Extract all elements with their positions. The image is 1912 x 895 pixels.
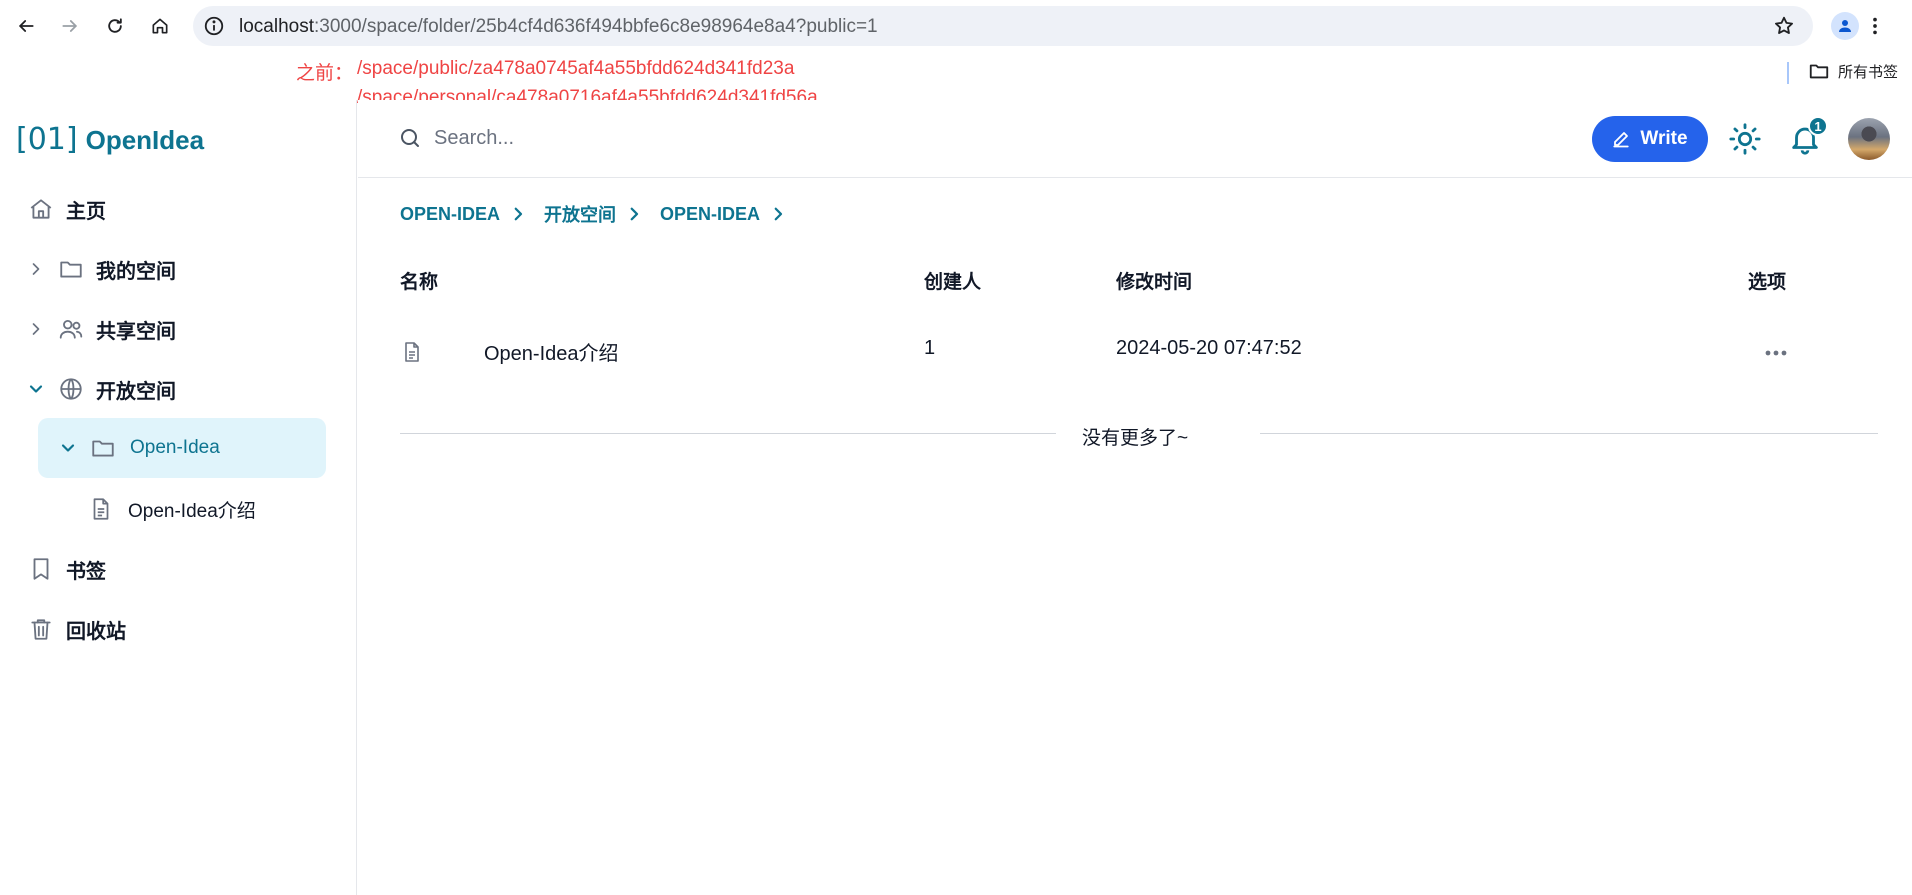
row-name[interactable]: Open-Idea介绍 [484,337,619,366]
document-icon [405,342,419,362]
site-info-icon[interactable] [203,15,225,37]
sidebar-item-home[interactable]: 主页 [28,184,106,234]
forward-button[interactable] [56,12,84,40]
url-path: :3000/space/folder/25b4cf4d636f494bbfe6c… [314,16,878,37]
reload-icon [108,18,122,33]
chevron-right-icon[interactable] [26,319,46,339]
breadcrumb-item[interactable]: OPEN-IDEA [400,204,500,225]
row-creator: 1 [924,337,936,359]
url-host: localhost [239,16,314,37]
sidebar-item-my-space[interactable]: 我的空间 [26,244,176,294]
breadcrumb: OPEN-IDEA 开放空间 OPEN-IDEA [400,201,796,227]
browser-menu-button[interactable] [1863,12,1887,40]
all-bookmarks-button[interactable]: 所有书签 [1808,60,1898,82]
arrow-right-icon [62,20,77,32]
notifications-button[interactable]: 1 [1788,116,1828,156]
sidebar-item-label: 书签 [66,560,106,583]
sidebar-item-open-space[interactable]: 开放空间 [26,364,176,414]
sidebar-item-label: Open-Idea [130,437,220,458]
more-vertical-icon [1873,17,1877,35]
search-input[interactable] [434,126,834,150]
bookmarks-separator [1787,62,1789,84]
main-content: OPEN-IDEA 开放空间 OPEN-IDEA 名称 创建人 修改时间 选项 … [358,179,1912,895]
more-horizontal-icon[interactable] [1762,343,1790,363]
row-modified: 2024-05-20 07:47:52 [1116,337,1302,359]
browser-toolbar: localhost:3000/space/folder/25b4cf4d636f… [0,0,1912,52]
sidebar-item-label: 共享空间 [96,320,176,343]
folder-icon [1809,64,1829,79]
divider-line [400,433,1056,434]
app-logo[interactable]: [01] OpenIdea [16,122,204,157]
column-header-options: 选项 [1748,272,1787,293]
notification-badge: 1 [1808,116,1828,136]
chevron-down-icon[interactable] [26,379,46,399]
write-button[interactable]: Write [1592,116,1708,162]
globe-icon [58,376,84,402]
sun-icon[interactable] [1728,122,1762,156]
address-bar[interactable]: localhost:3000/space/folder/25b4cf4d636f… [193,6,1813,46]
sidebar-item-label: 回收站 [66,620,126,643]
document-icon [88,496,114,522]
chevron-down-icon[interactable] [58,438,78,458]
search-icon [401,129,419,147]
home-button[interactable] [146,12,174,40]
end-of-list-divider: 没有更多了~ [400,423,1878,449]
sidebar-item-open-idea-folder[interactable]: Open-Idea [38,418,326,478]
back-button[interactable] [12,12,40,40]
breadcrumb-item[interactable]: 开放空间 [544,201,616,227]
sidebar-item-shared-space[interactable]: 共享空间 [26,304,176,354]
annotation-line-1: /space/public/za478a0745af4a55bfdd624d34… [357,58,795,79]
person-icon [1839,20,1851,32]
home-icon [152,18,168,34]
end-of-list-text: 没有更多了~ [1082,428,1189,449]
users-icon [58,316,84,342]
search-box[interactable] [398,126,834,150]
sidebar-item-label: 主页 [66,200,106,223]
sidebar-item-label: 开放空间 [96,380,176,403]
logo-name: OpenIdea [85,125,205,155]
folder-icon [58,256,84,282]
sidebar-item-trash[interactable]: 回收站 [28,604,126,654]
folder-icon [90,435,116,461]
bookmark-star-icon[interactable] [1773,15,1795,37]
sidebar-item-label: 我的空间 [96,260,176,283]
browser-profile-button[interactable] [1831,12,1859,40]
all-bookmarks-label: 所有书签 [1838,63,1899,81]
reload-button[interactable] [101,12,129,40]
pencil-icon [1613,132,1630,148]
column-header-modified: 修改时间 [1116,272,1193,293]
column-header-creator: 创建人 [924,272,982,293]
table-row[interactable]: Open-Idea介绍 1 2024-05-20 07:47:52 [400,329,1860,379]
chevron-right-icon [624,204,644,224]
sidebar-item-open-idea-doc[interactable]: Open-Idea介绍 [88,484,256,534]
write-button-label: Write [1640,128,1688,149]
chevron-right-icon [508,204,528,224]
logo-mark: [01] [16,122,78,157]
column-header-name: 名称 [400,272,439,293]
home-icon [28,196,54,222]
breadcrumb-item[interactable]: OPEN-IDEA [660,204,760,225]
chevron-right-icon [768,204,788,224]
sidebar-item-label: Open-Idea介绍 [128,500,256,522]
sidebar-item-bookmarks[interactable]: 书签 [28,544,106,594]
bookmark-icon [28,556,54,582]
app-header: Write 1 [358,100,1912,178]
chevron-right-icon[interactable] [26,259,46,279]
arrow-left-icon [19,20,34,32]
user-avatar[interactable] [1848,118,1890,160]
url-text[interactable]: localhost:3000/space/folder/25b4cf4d636f… [239,16,878,38]
annotation-label: 之前： [296,63,354,84]
divider-line [1260,433,1878,434]
trash-icon [28,616,54,642]
